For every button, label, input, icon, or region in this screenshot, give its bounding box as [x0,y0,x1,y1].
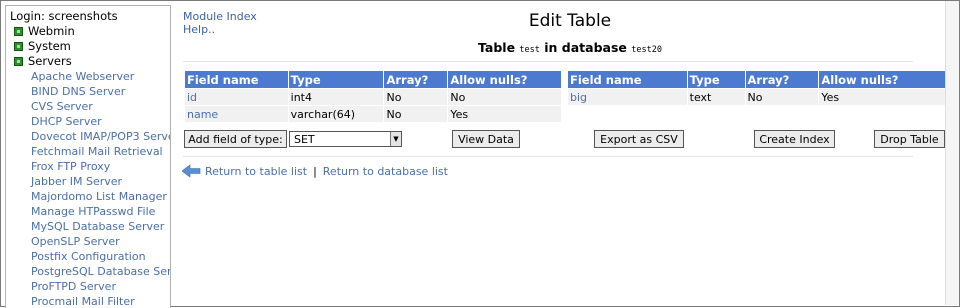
column-header: Allow nulls? [818,70,947,89]
module-link[interactable]: Majordomo List Manager [31,190,167,203]
link-separator: | [313,164,317,178]
module-link[interactable]: Postfix Configuration [31,250,146,263]
page-subtitle: Table test in database test20 [430,40,710,55]
left-nav: Login: screenshots Webmin System Servers… [5,5,171,308]
column-header: Type [686,70,746,89]
field-array: No [744,88,820,106]
column-header: Allow nulls? [447,70,562,89]
field-nulls: Yes [447,105,562,123]
create-index-button[interactable]: Create Index [754,130,835,148]
back-arrow-icon[interactable] [182,164,201,178]
module-link[interactable]: Manage HTPasswd File [31,205,155,218]
module-link[interactable]: Apache Webserver [31,70,134,83]
module-link[interactable]: Fetchmail Mail Retrieval [31,145,163,158]
category-system[interactable]: System [14,39,71,53]
column-header: Type [287,70,385,89]
category-icon [14,56,23,66]
fields-table-right: Field name Type Array? Allow nulls? big … [567,70,947,106]
page-title: Edit Table [528,11,612,31]
module-index-link[interactable]: Module Index [183,10,257,23]
field-nulls: Yes [818,88,947,106]
column-header: Array? [383,70,449,89]
column-header: Field name [567,70,688,89]
database-name: test20 [631,45,662,55]
drop-table-button[interactable]: Drop Table [874,130,945,148]
add-field-button[interactable]: Add field of type: [184,130,287,148]
table-header-row: Field name Type Array? Allow nulls? [184,70,562,89]
table-header-row: Field name Type Array? Allow nulls? [567,70,947,89]
module-link[interactable]: BIND DNS Server [31,85,125,98]
view-data-button[interactable]: View Data [452,130,520,148]
category-icon [14,26,23,36]
field-name-link[interactable]: id [184,88,289,106]
module-link[interactable]: PostgreSQL Database Server [31,265,170,278]
field-type: int4 [287,88,385,106]
category-label: System [28,39,71,53]
column-header: Field name [184,70,289,89]
export-csv-button[interactable]: Export as CSV [594,130,684,148]
field-type: varchar(64) [287,105,385,123]
field-array: No [383,105,449,123]
chevron-down-icon[interactable]: ▼ [390,132,401,146]
module-link[interactable]: Frox FTP Proxy [31,160,110,173]
table-name: test [519,45,540,55]
help-link[interactable]: Help.. [183,23,215,36]
return-table-list-link[interactable]: Return to table list [205,165,307,178]
field-name-link[interactable]: name [184,105,289,123]
category-servers[interactable]: Servers [14,54,72,68]
module-link[interactable]: ProFTPD Server [31,280,116,293]
category-icon [14,41,23,51]
field-nulls: No [447,88,562,106]
module-link[interactable]: MySQL Database Server [31,220,164,233]
fields-table-left: Field name Type Array? Allow nulls? id i… [184,70,562,123]
divider [183,61,913,62]
return-database-list-link[interactable]: Return to database list [323,165,448,178]
login-label: Login: screenshots [10,9,118,23]
module-link[interactable]: Jabber IM Server [31,175,122,188]
column-header: Array? [744,70,820,89]
field-type-value: SET [294,133,315,146]
category-label: Servers [28,54,72,68]
subtitle-prefix: Table [478,40,516,55]
subtitle-mid: in database [544,40,627,55]
module-link[interactable]: DHCP Server [31,115,102,128]
return-links: Return to table list | Return to databas… [182,164,448,178]
category-label: Webmin [28,24,75,38]
module-link[interactable]: OpenSLP Server [31,235,120,248]
field-type-select[interactable]: SET ▼ [289,131,402,147]
field-name-link[interactable]: big [567,88,688,106]
scrollbar[interactable] [945,1,959,305]
field-type: text [686,88,746,106]
table-row: name varchar(64) No Yes [184,105,562,123]
category-webmin[interactable]: Webmin [14,24,75,38]
table-row: big text No Yes [567,88,947,106]
module-link[interactable]: Procmail Mail Filter [31,295,135,308]
divider [183,156,913,157]
module-link[interactable]: CVS Server [31,100,93,113]
table-row: id int4 No No [184,88,562,106]
module-link[interactable]: Dovecot IMAP/POP3 Server [31,130,170,143]
field-array: No [383,88,449,106]
